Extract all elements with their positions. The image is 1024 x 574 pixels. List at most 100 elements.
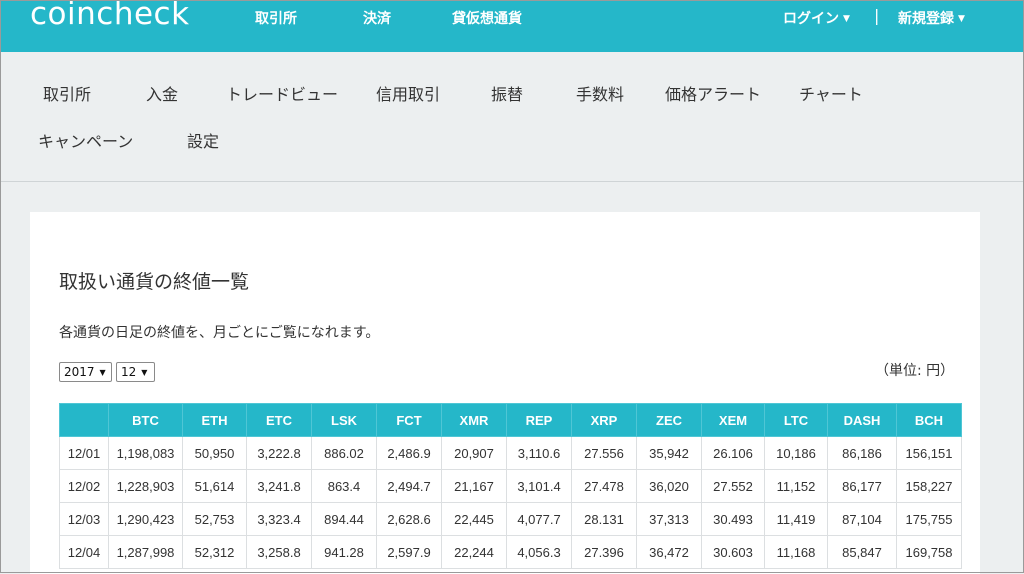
price-cell: 10,186 (764, 436, 828, 470)
price-cell: 11,168 (764, 535, 828, 569)
table-header-cell: BCH (896, 403, 962, 437)
price-cell: 30.493 (701, 502, 765, 536)
coincheck-logo[interactable]: coincheck (30, 0, 190, 32)
price-cell: 158,227 (896, 469, 962, 503)
price-cell: 27.478 (571, 469, 637, 503)
price-cell: 51,614 (182, 469, 247, 503)
subnav-exchange[interactable]: 取引所 (43, 81, 91, 105)
price-cell: 886.02 (311, 436, 377, 470)
price-cell: 169,758 (896, 535, 962, 569)
price-cell: 3,110.6 (506, 436, 572, 470)
top-header: coincheck 取引所 決済 貸仮想通貨 ログイン ▼ | 新規登録 ▼ (0, 0, 1024, 52)
closing-price-table: BTC ETH ETC LSK FCT XMR REP XRP ZEC XEM LTC DASH BCH… (59, 403, 962, 569)
subnav-chart[interactable]: チャート (799, 81, 863, 105)
date-cell: 12/04 (59, 535, 109, 569)
dropdown-arrow-icon: ▼ (99, 368, 106, 377)
price-cell: 85,847 (827, 535, 897, 569)
price-cell: 52,312 (182, 535, 247, 569)
price-cell: 86,186 (827, 436, 897, 470)
table-header-cell: ETC (246, 403, 312, 437)
login-label: ログイン (783, 11, 839, 27)
signup-menu[interactable]: 新規登録 ▼ (898, 8, 965, 28)
login-menu[interactable]: ログイン ▼ (783, 8, 850, 28)
price-cell: 863.4 (311, 469, 377, 503)
price-cell: 28.131 (571, 502, 637, 536)
signup-label: 新規登録 (898, 11, 954, 27)
price-cell: 21,167 (441, 469, 507, 503)
table-header-row: BTC ETH ETC LSK FCT XMR REP XRP ZEC XEM LTC DASH BCH (59, 403, 962, 437)
table-header-cell: LTC (764, 403, 828, 437)
table-header-cell: XEM (701, 403, 765, 437)
table-header-cell: LSK (311, 403, 377, 437)
table-header-cell: FCT (376, 403, 442, 437)
price-cell: 1,198,083 (108, 436, 183, 470)
price-cell: 11,152 (764, 469, 828, 503)
table-header-cell: ZEC (636, 403, 702, 437)
subnav-deposit[interactable]: 入金 (146, 81, 178, 105)
unit-label: （単位: 円） (875, 363, 955, 379)
price-cell: 2,628.6 (376, 502, 442, 536)
header-separator: | (874, 6, 880, 25)
price-cell: 87,104 (827, 502, 897, 536)
page-title: 取扱い通貨の終値一覧 (59, 271, 250, 293)
price-cell: 3,222.8 (246, 436, 312, 470)
date-cell: 12/02 (59, 469, 109, 503)
price-cell: 3,101.4 (506, 469, 572, 503)
price-cell: 2,494.7 (376, 469, 442, 503)
month-select[interactable]: 12 ▼ (116, 362, 155, 382)
content-card: 取扱い通貨の終値一覧 各通貨の日足の終値を、月ごとにご覧になれます。 2017 ▼… (30, 212, 980, 574)
price-cell: 941.28 (311, 535, 377, 569)
subnav-fees[interactable]: 手数料 (576, 81, 624, 105)
topnav-lending[interactable]: 貸仮想通貨 (452, 8, 522, 28)
price-cell: 1,228,903 (108, 469, 183, 503)
topnav-payment[interactable]: 決済 (363, 8, 391, 28)
price-cell: 27.552 (701, 469, 765, 503)
price-cell: 50,950 (182, 436, 247, 470)
table-body: 12/01 1,198,083 50,950 3,222.8 886.02 2,486.9… (59, 436, 962, 569)
price-cell: 30.603 (701, 535, 765, 569)
subnav-campaign[interactable]: キャンペーン (38, 128, 133, 152)
subnav-settings[interactable]: 設定 (187, 128, 219, 152)
price-cell: 3,323.4 (246, 502, 312, 536)
price-cell: 37,313 (636, 502, 702, 536)
price-cell: 20,907 (441, 436, 507, 470)
price-cell: 894.44 (311, 502, 377, 536)
caret-down-icon: ▼ (843, 14, 850, 24)
price-cell: 3,258.8 (246, 535, 312, 569)
price-cell: 52,753 (182, 502, 247, 536)
price-cell: 86,177 (827, 469, 897, 503)
subnav-margin[interactable]: 信用取引 (376, 81, 440, 105)
price-cell: 35,942 (636, 436, 702, 470)
price-cell: 2,486.9 (376, 436, 442, 470)
table-row: 12/04 1,287,998 52,312 3,258.8 941.28 2,597.9… (59, 535, 962, 569)
topnav-exchange[interactable]: 取引所 (255, 8, 297, 28)
price-cell: 175,755 (896, 502, 962, 536)
date-cell: 12/01 (59, 436, 109, 470)
table-header-cell: BTC (108, 403, 183, 437)
price-cell: 27.396 (571, 535, 637, 569)
caret-down-icon: ▼ (958, 14, 965, 24)
page-description: 各通貨の日足の終値を、月ごとにご覧になれます。 (59, 325, 380, 341)
table-header-corner (59, 403, 109, 437)
sub-navigation: 取引所 入金 トレードビュー 信用取引 振替 手数料 価格アラート チャート キ… (0, 52, 1024, 182)
price-cell: 156,151 (896, 436, 962, 470)
price-cell: 27.556 (571, 436, 637, 470)
price-cell: 36,472 (636, 535, 702, 569)
price-cell: 22,445 (441, 502, 507, 536)
table-header-cell: XMR (441, 403, 507, 437)
price-cell: 2,597.9 (376, 535, 442, 569)
year-select[interactable]: 2017 ▼ (59, 362, 112, 382)
table-header-cell: ETH (182, 403, 247, 437)
price-cell: 4,056.3 (506, 535, 572, 569)
table-row: 12/01 1,198,083 50,950 3,222.8 886.02 2,486.9… (59, 436, 962, 470)
price-cell: 26.106 (701, 436, 765, 470)
subnav-price-alert[interactable]: 価格アラート (665, 81, 761, 105)
table-header-cell: DASH (827, 403, 897, 437)
price-cell: 1,287,998 (108, 535, 183, 569)
month-select-value: 12 (121, 365, 137, 379)
subnav-tradeview[interactable]: トレードビュー (226, 81, 338, 105)
price-cell: 11,419 (764, 502, 828, 536)
price-cell: 4,077.7 (506, 502, 572, 536)
subnav-transfer[interactable]: 振替 (491, 81, 523, 105)
year-select-value: 2017 (64, 365, 95, 379)
